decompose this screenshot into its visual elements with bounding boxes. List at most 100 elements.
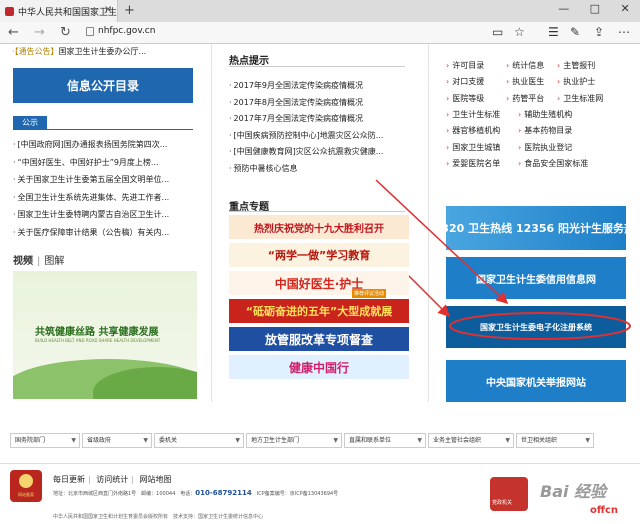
select-label: 地方卫生计生部门 xyxy=(251,437,300,444)
notice-item[interactable]: 关于医疗保障审计结果（公告稿）有关内... xyxy=(13,227,197,238)
chevron-down-icon: ▼ xyxy=(585,437,590,444)
maximize-icon[interactable]: □ xyxy=(590,2,600,20)
topic-banner-3[interactable]: “砥砺奋进的五年”大型成就展 xyxy=(229,299,409,323)
credit-info-banner[interactable]: 国家卫生计生委信用信息网 xyxy=(446,257,626,299)
footer-address: 地址：北京市西城区西直门外南路1号 邮编：100044 电话：010-68792… xyxy=(53,489,339,497)
close-window-icon[interactable]: ✕ xyxy=(621,2,630,20)
chevron-down-icon: ▼ xyxy=(333,437,338,444)
minimize-icon[interactable]: — xyxy=(558,2,569,20)
select-label: 业务主管社会组织 xyxy=(433,437,482,444)
quick-link[interactable]: 统计信息 xyxy=(506,60,544,71)
footer-phone: 010-68792114 xyxy=(195,489,252,497)
topic-banner-5[interactable]: 健康中国行 xyxy=(229,355,409,379)
favorite-star-icon[interactable]: ☆ xyxy=(514,25,525,39)
video-slogan-en: BUILD HEALTH BELT AND ROAD SHARE HEALTH … xyxy=(35,338,161,343)
video-thumbnail[interactable]: 共筑健康丝路 共享健康发展 BUILD HEALTH BELT AND ROAD… xyxy=(13,271,197,399)
related-sites-select-5[interactable]: 业务主管社会组织 ▼ xyxy=(428,433,514,448)
related-sites-row: 国务院部门 ▼ 省级政府 ▼ 委机关 ▼ 地方卫生计生部门 ▼ 直属和联系单位 ▼ 业务主管社会组织… xyxy=(10,433,630,449)
hot-topic-item[interactable]: [中国疾病预防控制中心]地震灾区公众防... xyxy=(229,130,409,141)
hot-topic-item[interactable]: 2017年7月全国法定传染病疫情概况 xyxy=(229,113,409,124)
notice-item[interactable]: 全国卫生计生系统先进集体、先进工作者... xyxy=(13,192,197,203)
quick-link[interactable]: 爱婴医院名单 xyxy=(446,158,500,169)
related-sites-select-3[interactable]: 地方卫生计生部门 ▼ xyxy=(246,433,342,448)
quick-link[interactable]: 许可目录 xyxy=(446,60,484,71)
chevron-down-icon: ▼ xyxy=(71,437,76,444)
quick-link[interactable]: 卫生计生标准 xyxy=(446,109,500,120)
related-sites-select-6[interactable]: 世卫相关组织 ▼ xyxy=(516,433,594,448)
hot-topic-item[interactable]: 2017年9月全国法定传染病疫情概况 xyxy=(229,80,409,91)
select-label: 世卫相关组织 xyxy=(521,437,558,444)
address-bar-row xyxy=(0,22,640,44)
quick-link[interactable]: 执业医生 xyxy=(506,76,544,87)
watermark: Bai 经验 xyxy=(540,482,607,501)
info-disclosure-button[interactable]: 信息公开目录 xyxy=(13,68,193,103)
hot-topic-item[interactable]: [中国健康教育网]灾区公众抗震救灾健康... xyxy=(229,146,409,157)
quick-link[interactable]: 辅助生殖机构 xyxy=(518,109,572,120)
report-site-banner[interactable]: 中央国家机关举报网站 xyxy=(446,360,626,402)
quick-link[interactable]: 对口支援 xyxy=(446,76,484,87)
footer-link-stats[interactable]: 访问统计 xyxy=(96,475,128,484)
back-icon[interactable]: ← xyxy=(8,25,19,40)
notice-item[interactable]: [中国政府网]国办通报表扬国务院第四次... xyxy=(13,139,197,150)
banner-badge: 推荐评议活动 xyxy=(352,289,387,298)
footer-copyright: 中华人民共和国国家卫生和计划生育委员会版权所有 技术支持：国家卫生计生委统计信息… xyxy=(53,514,264,520)
notice-item[interactable]: “中国好医生、中国好护士”9月度上榜... xyxy=(13,157,197,168)
diagram-tab[interactable]: 图解 xyxy=(44,256,64,267)
quick-link[interactable]: 主管报刊 xyxy=(557,60,595,71)
select-label: 国务院部门 xyxy=(15,437,46,444)
related-sites-select-0[interactable]: 国务院部门 ▼ xyxy=(10,433,80,448)
more-options-icon[interactable]: ⋯ xyxy=(618,25,630,39)
select-label: 委机关 xyxy=(159,437,178,444)
quick-link[interactable]: 医院执业登记 xyxy=(518,142,572,153)
site-favicon-icon xyxy=(5,6,14,16)
forward-icon[interactable]: → xyxy=(34,25,45,40)
video-tab[interactable]: 视频 xyxy=(13,256,33,267)
gov-badge-icon[interactable]: 党政机关 xyxy=(490,477,528,511)
quick-link[interactable]: 执业护士 xyxy=(557,76,595,87)
quick-link[interactable]: 卫生标准网 xyxy=(557,93,603,104)
hub-icon[interactable]: ☰ xyxy=(548,25,559,39)
share-icon[interactable]: ⇪ xyxy=(594,25,604,39)
quick-link[interactable]: 国家卫生城镇 xyxy=(446,142,500,153)
notice-link[interactable]: ·【通告公告】国家卫生计生委办公厅... xyxy=(12,46,146,57)
hotline-banner[interactable]: 12320 卫生热线 12356 阳光计生服务热线 xyxy=(446,206,626,250)
video-slogan: 共筑健康丝路 共享健康发展 xyxy=(35,327,159,338)
quick-link[interactable]: 器官移植机构 xyxy=(446,125,500,136)
related-sites-select-1[interactable]: 省级政府 ▼ xyxy=(82,433,152,448)
quick-link[interactable]: 医院等级 xyxy=(446,93,484,104)
tab-close-icon[interactable]: × xyxy=(104,4,112,15)
e-registration-banner[interactable]: 国家卫生计生委电子化注册系统 xyxy=(446,306,626,348)
site-badge-icon: 网站备案 xyxy=(10,470,42,502)
reading-view-icon[interactable]: ▭ xyxy=(492,25,503,39)
hot-topic-item[interactable]: 2017年8月全国法定传染病疫情概况 xyxy=(229,97,409,108)
public-notice-tab[interactable]: 公示 xyxy=(13,116,47,129)
related-sites-select-4[interactable]: 直属和联系单位 ▼ xyxy=(344,433,426,448)
section-rule xyxy=(229,66,405,67)
topic-banner-1[interactable]: “两学一做”学习教育 xyxy=(229,243,409,267)
hot-topic-item[interactable]: 预防中暑核心信息 xyxy=(229,163,409,174)
footer-divider xyxy=(0,463,640,464)
hot-topics-title: 热点提示 xyxy=(229,56,269,67)
topic-banner-0[interactable]: 热烈庆祝党的十九大胜利召开 xyxy=(229,215,409,239)
browser-tab[interactable]: 中华人民共和国国家卫生 × xyxy=(0,0,118,22)
tab-underline xyxy=(13,129,193,130)
topic-banner-4[interactable]: 放管服改革专项督查 xyxy=(229,327,409,351)
quick-link[interactable]: 药管平台 xyxy=(506,93,544,104)
watermark-site: offcn xyxy=(590,505,619,516)
footer-link-daily[interactable]: 每日更新 xyxy=(53,475,85,484)
quick-link[interactable]: 基本药物目录 xyxy=(518,125,572,136)
footer-link-sitemap[interactable]: 网站地图 xyxy=(140,475,172,484)
select-label: 省级政府 xyxy=(87,437,112,444)
quick-link[interactable]: 食品安全国家标准 xyxy=(518,158,588,169)
column-divider xyxy=(428,44,429,402)
web-note-pen-icon[interactable]: ✎ xyxy=(570,25,580,39)
new-tab-icon[interactable]: + xyxy=(124,3,135,18)
address-input[interactable]: nhfpc.gov.cn xyxy=(98,26,155,36)
notice-item[interactable]: 关于国家卫生计生委第五届全国文明单位... xyxy=(13,174,197,185)
chevron-down-icon: ▼ xyxy=(417,437,422,444)
chevron-down-icon: ▼ xyxy=(143,437,148,444)
chevron-down-icon: ▼ xyxy=(505,437,510,444)
refresh-icon[interactable]: ↻ xyxy=(60,25,71,40)
related-sites-select-2[interactable]: 委机关 ▼ xyxy=(154,433,244,448)
notice-item[interactable]: 国家卫生计生委特聘内蒙古自治区卫生计... xyxy=(13,209,197,220)
